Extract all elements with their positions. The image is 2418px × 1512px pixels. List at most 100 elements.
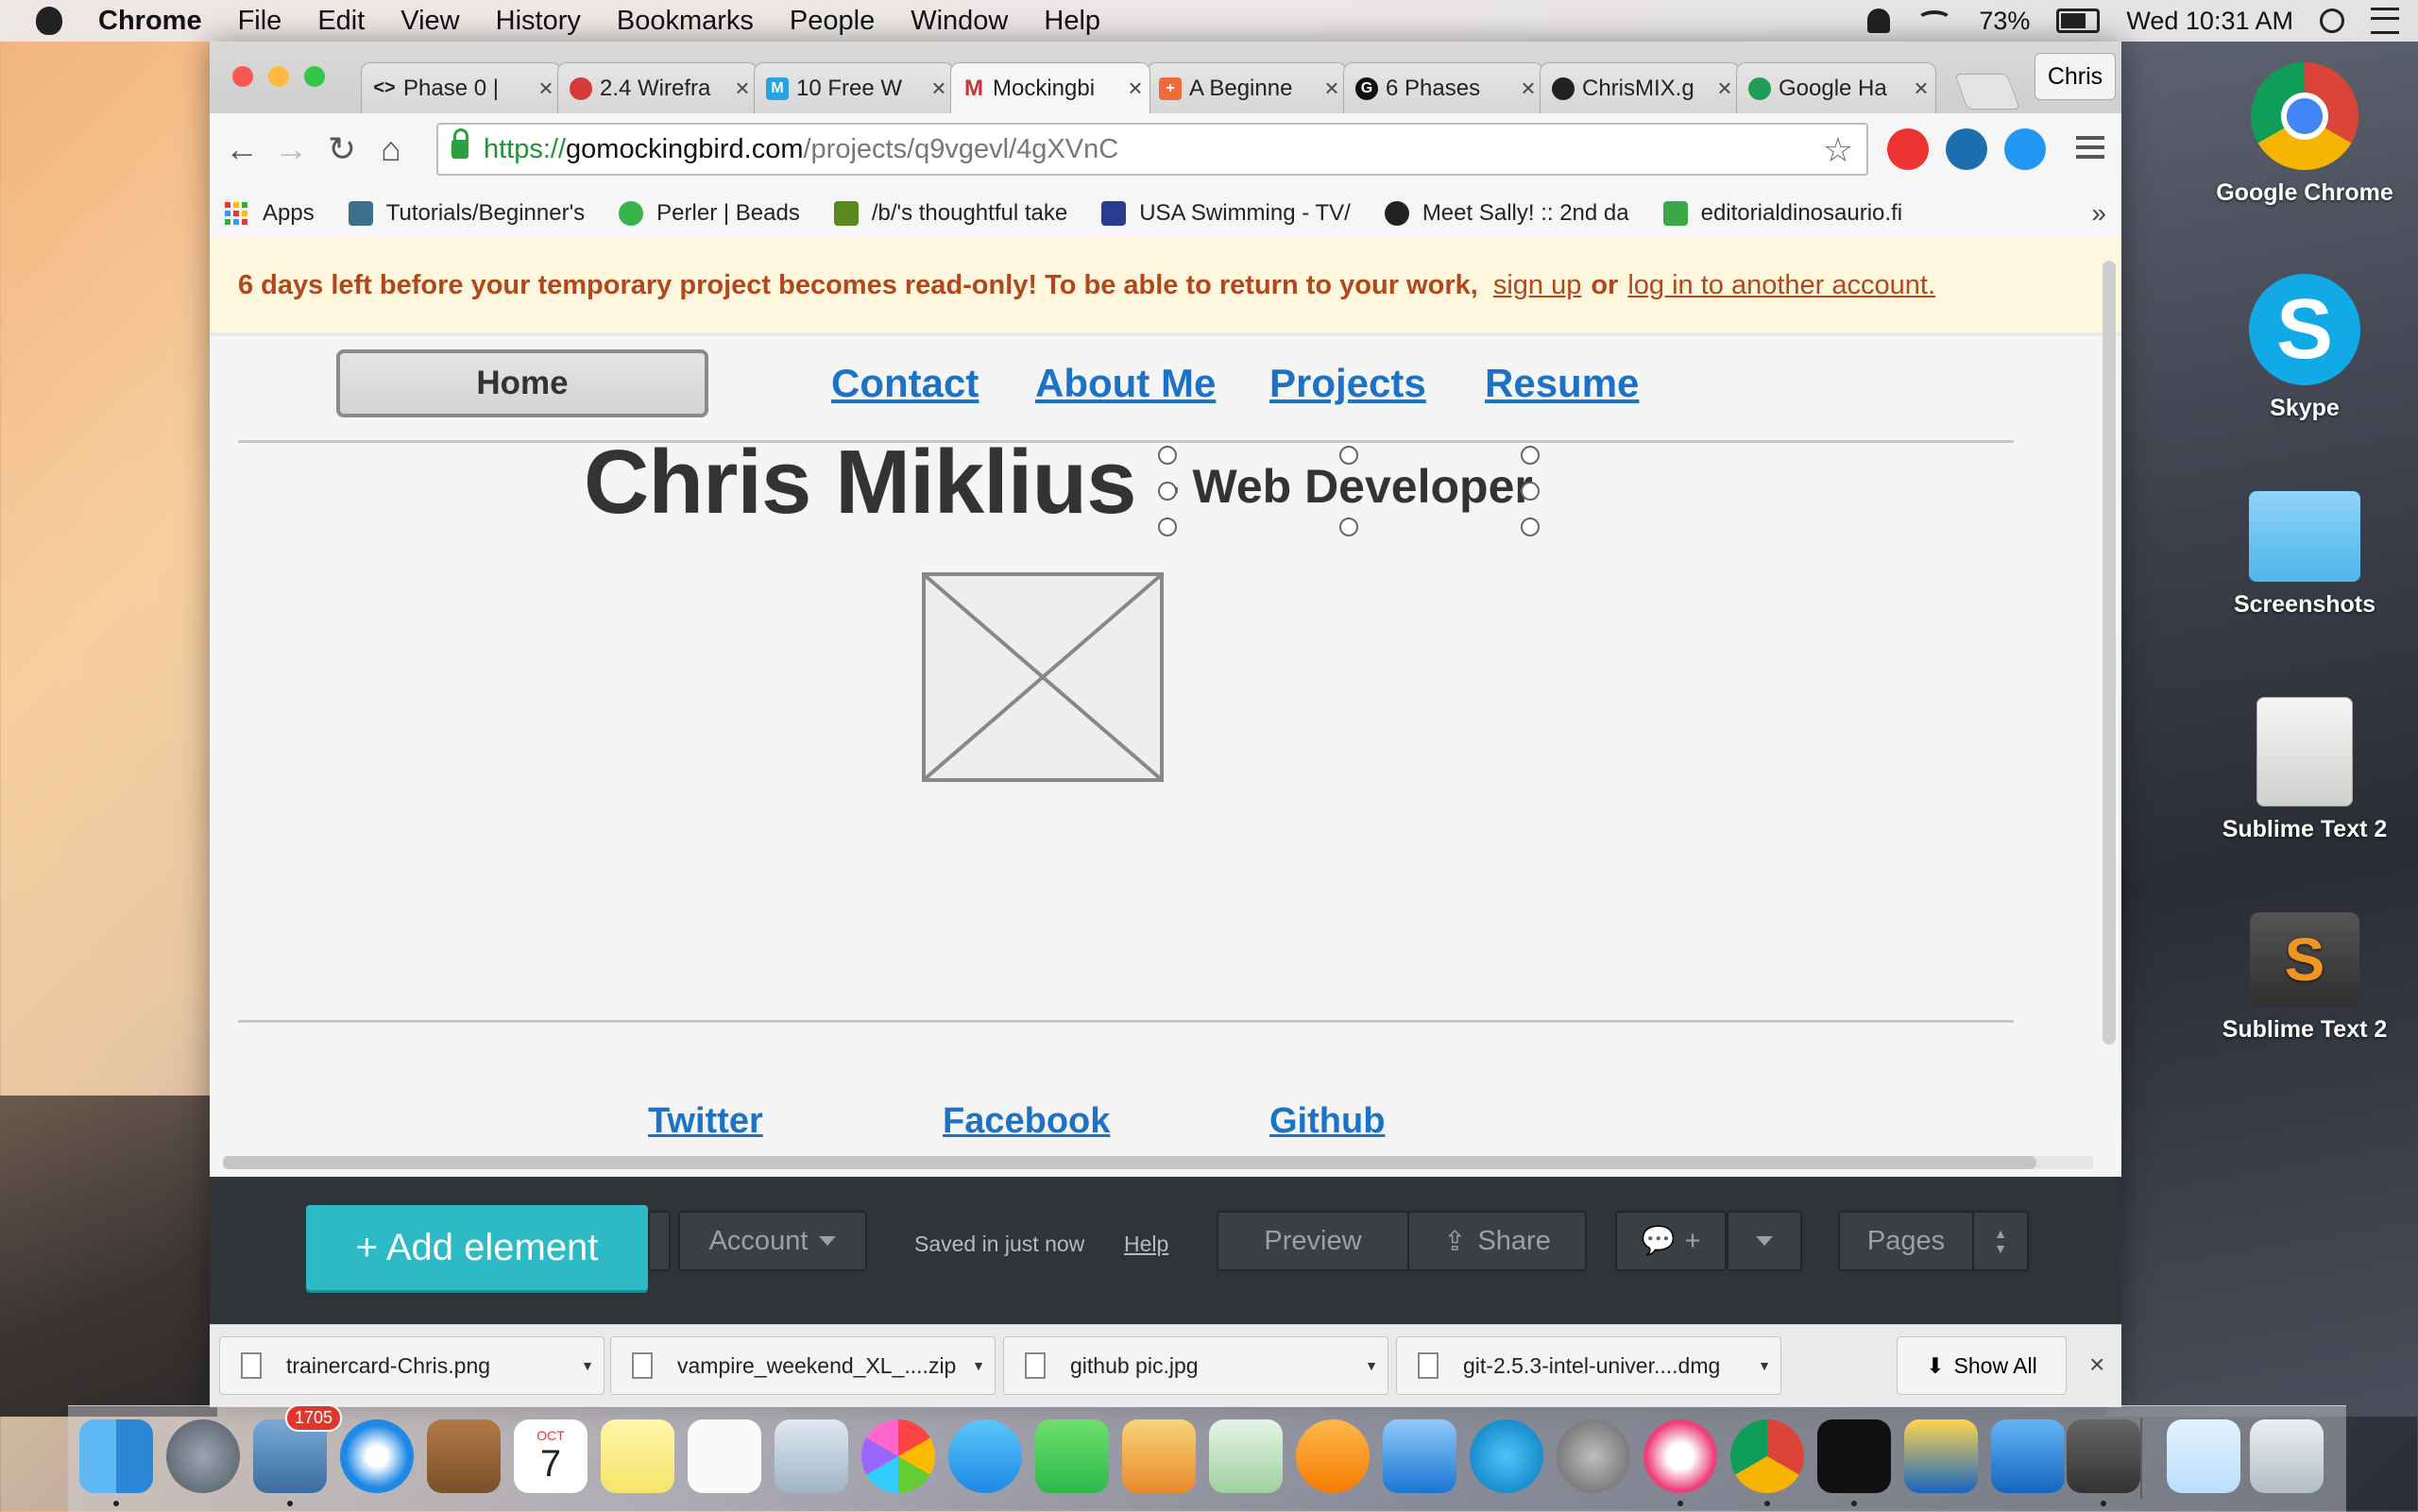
menu-help[interactable]: Help <box>1044 6 1100 37</box>
forward-arrow-icon[interactable]: → <box>272 130 310 168</box>
trash-icon[interactable] <box>2250 1419 2324 1493</box>
vertical-scrollbar[interactable] <box>2103 261 2116 1045</box>
chrome-dock-icon[interactable] <box>1730 1419 1804 1493</box>
mockup-nav-projects[interactable]: Projects <box>1269 361 1426 406</box>
resize-handle[interactable] <box>1158 446 1177 465</box>
chevron-down-icon[interactable]: ▼ <box>581 1358 594 1373</box>
resize-handle[interactable] <box>1158 518 1177 536</box>
profile-button[interactable]: Chris <box>2035 53 2116 100</box>
close-icon[interactable]: × <box>2089 1350 2104 1380</box>
chevron-up-icon[interactable]: ▲ <box>1994 1226 2007 1241</box>
resize-handle[interactable] <box>1521 518 1540 536</box>
resize-handle[interactable] <box>1521 446 1540 465</box>
resize-handle[interactable] <box>1521 482 1540 501</box>
bookmark-meet-sally[interactable]: Meet Sally! :: 2nd da <box>1384 200 1629 227</box>
download-item[interactable]: vampire_weekend_XL_....zip ▼ <box>610 1336 996 1395</box>
show-all-downloads-button[interactable]: ⬇ Show All <box>1897 1336 2067 1395</box>
mockup-canvas[interactable]: Home Contact About Me Projects Resume Ch… <box>210 336 2121 1186</box>
chevron-down-icon[interactable]: ▼ <box>1994 1241 2007 1256</box>
spotlight-search-icon[interactable] <box>2320 8 2344 33</box>
terminal-icon[interactable] <box>1817 1419 1891 1493</box>
contacts-icon[interactable] <box>427 1419 501 1493</box>
tab-close-icon[interactable]: × <box>728 74 757 103</box>
bookmark-thoughtful[interactable]: /b/'s thoughtful take <box>833 200 1067 227</box>
horizontal-scroll-thumb[interactable] <box>223 1156 2036 1169</box>
bookmark-perler[interactable]: Perler | Beads <box>619 200 800 227</box>
log-in-link[interactable]: log in to another account. <box>1627 270 1935 301</box>
address-bar[interactable]: https://gomockingbird.com/projects/q9vge… <box>436 123 1868 176</box>
mockup-nav-contact[interactable]: Contact <box>831 361 979 406</box>
notes-icon[interactable] <box>601 1419 674 1493</box>
tab-close-icon[interactable]: × <box>1514 74 1542 103</box>
pages-button[interactable]: Pages <box>1838 1211 1974 1271</box>
pages-app-icon[interactable] <box>1122 1419 1196 1493</box>
tab-close-icon[interactable]: × <box>1318 74 1346 103</box>
app-store-icon[interactable] <box>1470 1419 1543 1493</box>
documents-stack-icon[interactable] <box>2167 1419 2240 1493</box>
mockup-nav-resume[interactable]: Resume <box>1485 361 1639 406</box>
desktop-icon-screenshots[interactable]: Screenshots <box>2210 491 2399 619</box>
tab-github[interactable]: ChrisMIX.g × <box>1540 62 1740 113</box>
calendar-icon[interactable]: OCT 7 <box>514 1419 587 1493</box>
bookmark-editorial[interactable]: editorialdinosaurio.fi <box>1662 200 1902 227</box>
menu-file[interactable]: File <box>238 6 282 37</box>
add-element-button[interactable]: + Add element <box>306 1205 648 1290</box>
desktop-icon-skype[interactable]: S Skype <box>2210 274 2399 422</box>
facetime-icon[interactable] <box>1035 1419 1109 1493</box>
extension-eye-icon[interactable] <box>1946 128 1987 170</box>
menu-view[interactable]: View <box>400 6 459 37</box>
tab-close-icon[interactable]: × <box>1907 74 1935 103</box>
tab-phases[interactable]: G 6 Phases × <box>1343 62 1543 113</box>
back-arrow-icon[interactable]: ← <box>223 130 261 168</box>
resize-handle[interactable] <box>1339 446 1358 465</box>
image-placeholder[interactable] <box>922 572 1164 782</box>
bookmark-tutorials[interactable]: Tutorials/Beginner's <box>348 200 585 227</box>
minimize-window-button[interactable] <box>268 66 289 87</box>
chevron-down-icon[interactable]: ▼ <box>1365 1358 1378 1373</box>
desktop-icon-sublime-app[interactable]: S Sublime Text 2 <box>2210 912 2399 1044</box>
tab-hangouts[interactable]: Google Ha × <box>1736 62 1936 113</box>
download-item[interactable]: trainercard-Chris.png ▼ <box>219 1336 604 1395</box>
bookmarks-overflow-icon[interactable]: » <box>2091 198 2106 229</box>
tab-close-icon[interactable]: × <box>925 74 953 103</box>
keynote-icon[interactable] <box>1383 1419 1456 1493</box>
home-icon[interactable]: ⌂ <box>372 130 410 168</box>
battery-icon[interactable] <box>2056 8 2101 33</box>
tab-mockingbird[interactable]: M Mockingbi × <box>950 62 1150 113</box>
photos-icon[interactable] <box>861 1419 935 1493</box>
desktop-icon-sublime-disk[interactable]: Sublime Text 2 <box>2210 697 2399 843</box>
mockup-link-twitter[interactable]: Twitter <box>648 1101 763 1142</box>
tab-close-icon[interactable]: × <box>1121 74 1149 103</box>
bookmark-usa-swimming[interactable]: USA Swimming - TV/ <box>1101 200 1351 227</box>
mockup-link-github[interactable]: Github <box>1269 1101 1385 1142</box>
extension-blue-icon[interactable] <box>2004 128 2046 170</box>
apple-icon[interactable] <box>36 7 62 35</box>
menu-edit[interactable]: Edit <box>317 6 365 37</box>
tab-wireframe[interactable]: 2.4 Wirefra × <box>557 62 758 113</box>
launchpad-icon[interactable] <box>166 1419 240 1493</box>
tab-close-icon[interactable]: × <box>1711 74 1739 103</box>
horizontal-scrollbar[interactable] <box>223 1156 2093 1169</box>
finder-icon[interactable] <box>79 1419 153 1493</box>
chevron-down-icon[interactable]: ▼ <box>1758 1358 1771 1373</box>
winzip-icon[interactable] <box>1904 1419 1978 1493</box>
itunes-icon[interactable] <box>1643 1419 1717 1493</box>
close-window-button[interactable] <box>232 66 253 87</box>
share-button[interactable]: ⇪ Share <box>1407 1211 1587 1271</box>
safari-icon[interactable] <box>340 1419 414 1493</box>
tab-close-icon[interactable]: × <box>532 74 560 103</box>
chevron-down-icon[interactable]: ▼ <box>972 1358 985 1373</box>
resize-handle[interactable] <box>1339 518 1358 536</box>
reload-icon[interactable]: ↻ <box>323 130 361 168</box>
ibooks-icon[interactable] <box>1296 1419 1370 1493</box>
tab-free[interactable]: M 10 Free W × <box>754 62 954 113</box>
mockup-link-facebook[interactable]: Facebook <box>943 1101 1110 1142</box>
notification-bell-icon[interactable] <box>1867 8 1891 33</box>
system-preferences-icon[interactable] <box>1557 1419 1630 1493</box>
sign-up-link[interactable]: sign up <box>1493 270 1582 301</box>
tab-phase-0[interactable]: <> Phase 0 | × <box>361 62 561 113</box>
adblock-icon[interactable] <box>1887 128 1929 170</box>
comment-dropdown[interactable] <box>1727 1211 1802 1271</box>
help-link[interactable]: Help <box>1124 1232 1168 1257</box>
mockup-home-button[interactable]: Home <box>336 349 708 417</box>
